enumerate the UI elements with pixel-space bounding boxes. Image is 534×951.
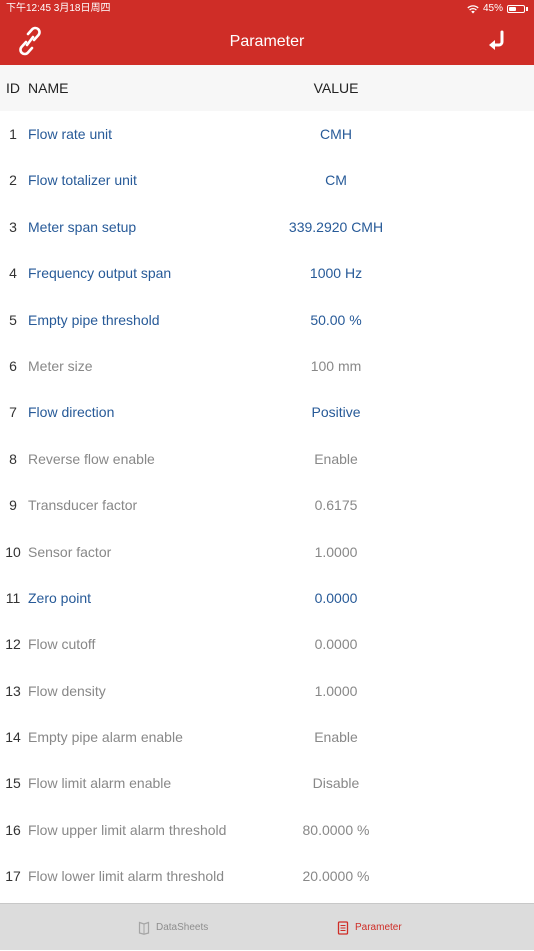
row-value: 1000 Hz (309, 265, 363, 282)
parameter-row: 9 Transducer factor 0.6175 (0, 482, 534, 528)
row-id: 1 (9, 126, 17, 142)
parameter-row: 14 Empty pipe alarm enable Enable (0, 714, 534, 760)
row-id: 3 (9, 218, 17, 235)
wifi-icon (467, 5, 479, 14)
tab-datasheets-label: DataSheets (156, 922, 209, 933)
parameter-row[interactable]: 5 Empty pipe threshold 50.00 % (0, 297, 534, 343)
row-name: Transducer factor (28, 497, 138, 514)
row-value: CMH (320, 126, 352, 142)
parameter-row: 6 Meter size 100 mm (0, 343, 534, 389)
row-value: 0.0000 (314, 636, 358, 653)
nav-bar: Parameter (0, 18, 534, 65)
parameter-row: 15 Flow limit alarm enable Disable (0, 760, 534, 806)
row-value: CM (325, 172, 347, 189)
parameter-row[interactable]: 3 Meter span setup 339.2920 CMH (0, 204, 534, 250)
header-value: VALUE (313, 80, 359, 96)
row-value: 50.00 % (310, 311, 362, 328)
header-name: NAME (28, 80, 69, 96)
row-name: Flow limit alarm enable (28, 775, 172, 792)
tab-bar: DataSheets Parameter (0, 903, 534, 950)
parameter-row[interactable]: 11 Zero point 0.0000 (0, 575, 534, 621)
parameter-row: 17 Flow lower limit alarm threshold 20.0… (0, 853, 534, 899)
row-id: 16 (5, 821, 21, 838)
row-name: Flow direction (28, 404, 115, 421)
row-name: Sensor factor (28, 543, 112, 560)
row-name: Flow cutoff (28, 636, 96, 653)
row-value: 20.0000 % (302, 868, 370, 885)
status-indicators: 45% (467, 0, 528, 18)
row-id: 15 (5, 775, 21, 792)
page-title: Parameter (229, 33, 305, 50)
row-id: 12 (5, 636, 21, 653)
row-id: 6 (9, 357, 17, 374)
row-name: Flow totalizer unit (28, 172, 137, 189)
parameter-row: 8 Reverse flow enable Enable (0, 436, 534, 482)
row-name: Empty pipe alarm enable (28, 729, 183, 746)
row-value: Positive (311, 404, 361, 421)
row-value: 339.2920 CMH (288, 218, 384, 235)
row-name: Reverse flow enable (28, 450, 155, 467)
row-value: Enable (314, 450, 358, 467)
battery-percent: 45% (482, 3, 503, 14)
row-id: 14 (5, 729, 21, 746)
parameter-row[interactable]: 7 Flow direction Positive (0, 389, 534, 435)
row-value: 80.0000 % (302, 821, 370, 838)
parameter-list: 1 Flow rate unit CMH 2 Flow totalizer un… (0, 111, 534, 900)
battery-cap (526, 7, 528, 11)
row-name: Zero point (28, 589, 92, 606)
row-id: 8 (9, 450, 17, 467)
row-name: Empty pipe threshold (28, 311, 160, 328)
sheet-icon (337, 920, 349, 935)
row-id: 5 (9, 311, 17, 328)
tab-parameter[interactable]: Parameter (337, 904, 402, 951)
row-name: Flow rate unit (28, 126, 113, 142)
row-id: 7 (9, 404, 17, 421)
row-value: Enable (314, 729, 358, 746)
parameter-row[interactable]: 2 Flow totalizer unit CM (0, 157, 534, 203)
row-name: Flow lower limit alarm threshold (28, 868, 225, 885)
row-name: Frequency output span (28, 265, 172, 282)
row-id: 9 (9, 497, 17, 514)
parameter-row: 10 Sensor factor 1.0000 (0, 529, 534, 575)
row-id: 13 (5, 682, 21, 699)
parameter-row[interactable]: 4 Frequency output span 1000 Hz (0, 250, 534, 296)
row-value: 100 mm (310, 357, 362, 374)
row-id: 10 (5, 543, 21, 560)
row-name: Flow density (28, 682, 106, 699)
row-id: 17 (5, 868, 21, 885)
parameter-row: 13 Flow density 1.0000 (0, 668, 534, 714)
status-time-date: 下午12:45 3月18日周四 (6, 3, 111, 14)
header-id: ID (6, 80, 20, 96)
row-name: Flow upper limit alarm threshold (28, 821, 227, 838)
tab-parameter-label: Parameter (355, 922, 402, 933)
status-bar: 下午12:45 3月18日周四 45% (0, 0, 534, 18)
row-value: 1.0000 (314, 682, 358, 699)
table-header: ID NAME VALUE (0, 65, 534, 111)
row-value: 1.0000 (314, 543, 358, 560)
parameter-row: 12 Flow cutoff 0.0000 (0, 621, 534, 667)
row-value: 0.6175 (314, 497, 358, 514)
parameter-row[interactable]: 1 Flow rate unit CMH (0, 111, 534, 157)
tab-datasheets[interactable]: DataSheets (138, 904, 208, 951)
row-id: 11 (5, 589, 21, 606)
row-name: Meter span setup (28, 218, 137, 235)
row-name: Meter size (28, 357, 93, 374)
row-id: 4 (9, 265, 17, 282)
row-id: 2 (9, 172, 17, 189)
battery-icon (507, 5, 525, 13)
row-value: 0.0000 (314, 589, 358, 606)
book-icon (138, 921, 150, 935)
parameter-row: 16 Flow upper limit alarm threshold 80.0… (0, 807, 534, 853)
row-value: Disable (312, 775, 360, 792)
return-arrow-icon[interactable] (486, 30, 508, 52)
